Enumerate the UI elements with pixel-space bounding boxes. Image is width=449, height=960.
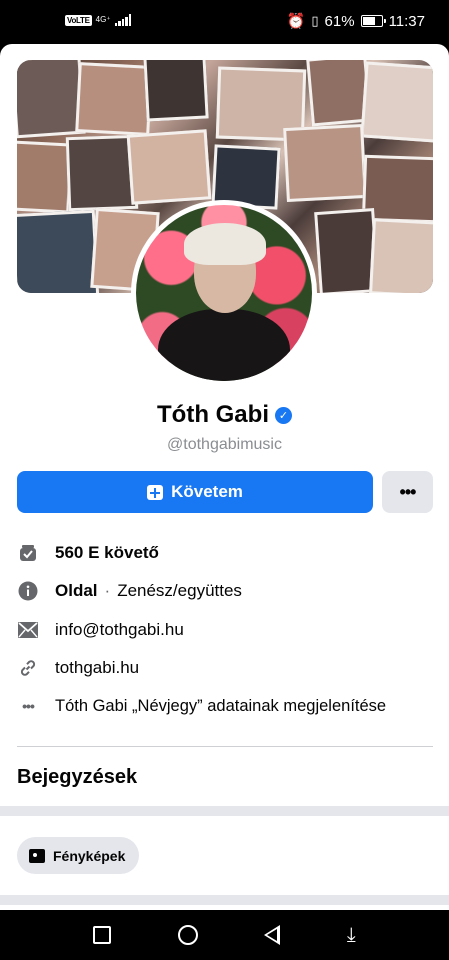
section-divider [17, 746, 433, 747]
website-link[interactable]: tothgabi.hu [55, 658, 139, 678]
page-separator: · [104, 581, 111, 600]
follow-button[interactable]: Követem [17, 471, 373, 513]
link-icon [17, 657, 39, 679]
about-more-row[interactable]: ••• Tóth Gabi „Névjegy” adatainak megjel… [17, 694, 437, 718]
verified-badge-icon: ✓ [274, 406, 292, 424]
posts-section-title: Bejegyzések [17, 766, 138, 788]
signal-icon [114, 14, 132, 26]
more-options-button[interactable]: ••• [382, 471, 433, 513]
alarm-icon: ⏰ [286, 13, 306, 30]
email-icon [17, 619, 39, 641]
back-button[interactable] [264, 925, 281, 945]
follow-button-label: Követem [171, 482, 243, 501]
home-button[interactable] [177, 925, 198, 945]
profile-name: Tóth Gabi [157, 401, 269, 428]
page-category-row: Oldal · Zenész/együttes [17, 579, 437, 603]
photos-filter-chip[interactable]: Fényképek [17, 837, 140, 874]
photos-icon [29, 848, 45, 863]
system-indicators: ⏰ ▯ 61% 11:37 [286, 12, 425, 31]
followers-row[interactable]: 560 E követő [17, 541, 437, 565]
photos-chip-label: Fényképek [53, 847, 126, 864]
email-link[interactable]: info@tothgabi.hu [55, 620, 184, 640]
page-label: Oldal [55, 581, 98, 600]
more-dots-icon: ••• [22, 698, 35, 714]
followers-count: 560 E követő [55, 543, 159, 562]
vibrate-icon: ▯ [311, 13, 319, 28]
followers-icon [17, 542, 39, 564]
email-row[interactable]: info@tothgabi.hu [17, 618, 437, 642]
more-options-icon: ••• [399, 481, 417, 502]
info-icon [17, 580, 39, 602]
profile-photo[interactable] [131, 200, 317, 386]
status-bar: VoLTE 4G⁺ ⏰ ▯ 61% 11:37 [0, 0, 449, 44]
network-type: 4G⁺ [95, 15, 111, 24]
section-separator-bottom [0, 895, 449, 905]
profile-username: @tothgabimusic [167, 436, 282, 453]
section-separator [0, 806, 449, 816]
system-navigation-bar: ⤓ [0, 910, 449, 960]
profile-page: Tóth Gabi ✓ @tothgabimusic Követem ••• 5… [0, 44, 449, 910]
website-row[interactable]: tothgabi.hu [17, 656, 437, 680]
notification-pull-down-button[interactable]: ⤓ [347, 925, 356, 945]
battery-percent: 61% [324, 12, 355, 30]
profile-name-row: Tóth Gabi ✓ [0, 401, 449, 429]
about-more-link[interactable]: Tóth Gabi „Névjegy” adatainak megjelenít… [55, 697, 386, 716]
page-category: Zenész/együttes [117, 581, 242, 600]
network-indicators: VoLTE 4G⁺ [65, 14, 132, 26]
battery-icon [360, 15, 386, 27]
follow-icon [147, 484, 164, 500]
avatar-image [136, 205, 312, 381]
recent-apps-button[interactable] [93, 926, 112, 944]
clock: 11:37 [388, 12, 425, 30]
volte-badge: VoLTE [65, 14, 92, 26]
